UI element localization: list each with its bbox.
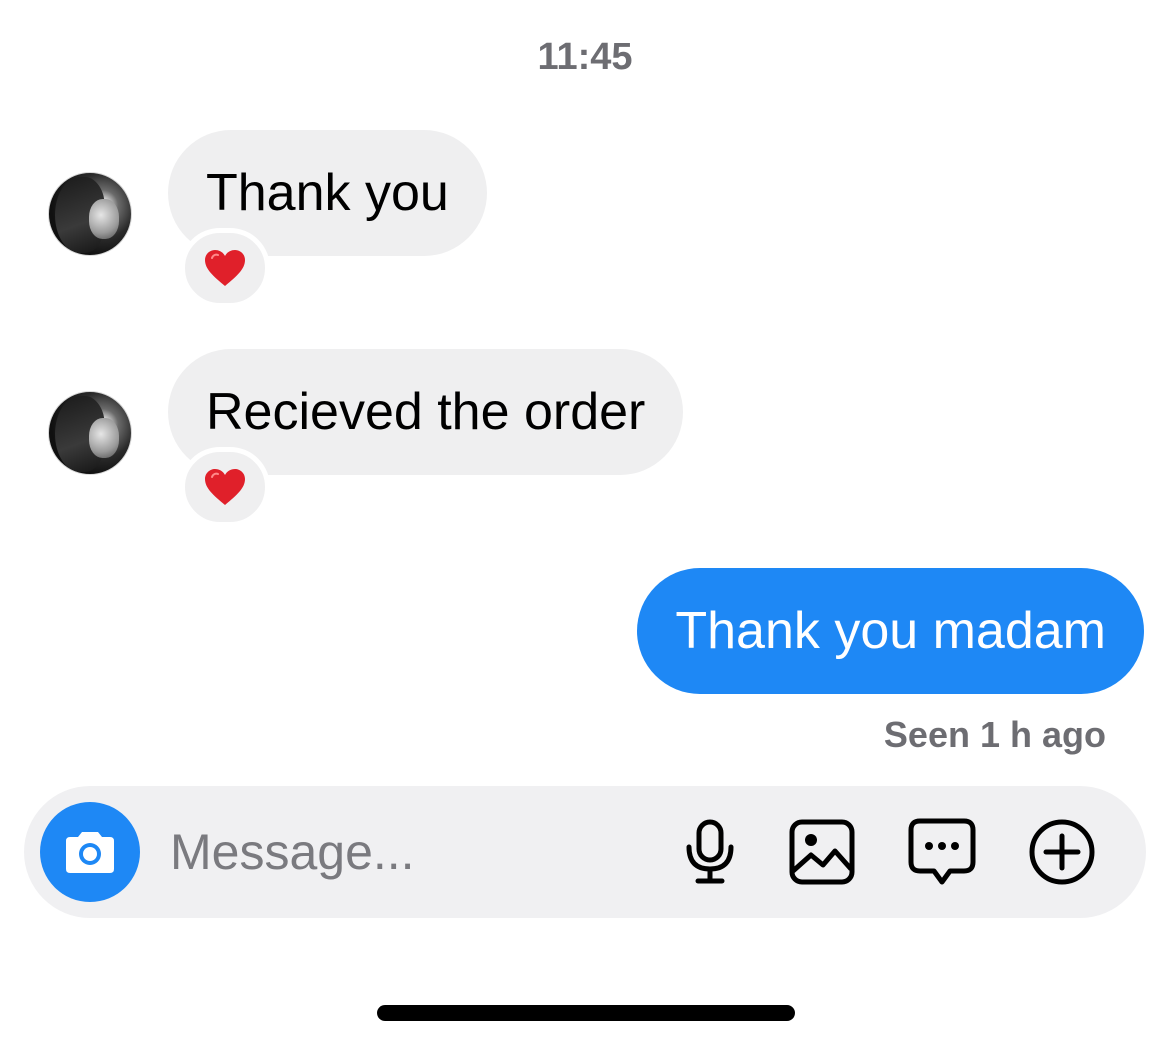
chat-screen: 11:45 Thank you Recieved the order Thank… [0,0,1170,1045]
camera-button[interactable] [40,802,140,902]
sender-avatar[interactable] [48,172,132,256]
message-timestamp: 11:45 [537,36,633,78]
add-button[interactable] [1028,818,1096,886]
message-composer [24,786,1146,918]
avatar-face [89,199,119,239]
gallery-button[interactable] [788,818,856,886]
outgoing-message-bubble[interactable]: Thank you madam [637,568,1144,694]
camera-icon [66,832,114,873]
heart-icon [205,250,245,286]
add-icon [1029,819,1095,885]
sender-avatar[interactable] [48,391,132,475]
seen-status: Seen 1 h ago [883,714,1106,755]
sticker-button[interactable] [908,818,976,886]
home-indicator[interactable] [377,1005,795,1021]
heart-icon [205,469,245,505]
message-input[interactable] [170,814,630,890]
gallery-icon [789,819,855,885]
message-reaction[interactable] [180,228,270,308]
message-reaction[interactable] [180,447,270,527]
sticker-icon [908,818,976,885]
avatar-face [89,418,119,458]
microphone-icon [686,819,734,884]
voice-message-button[interactable] [676,818,744,886]
